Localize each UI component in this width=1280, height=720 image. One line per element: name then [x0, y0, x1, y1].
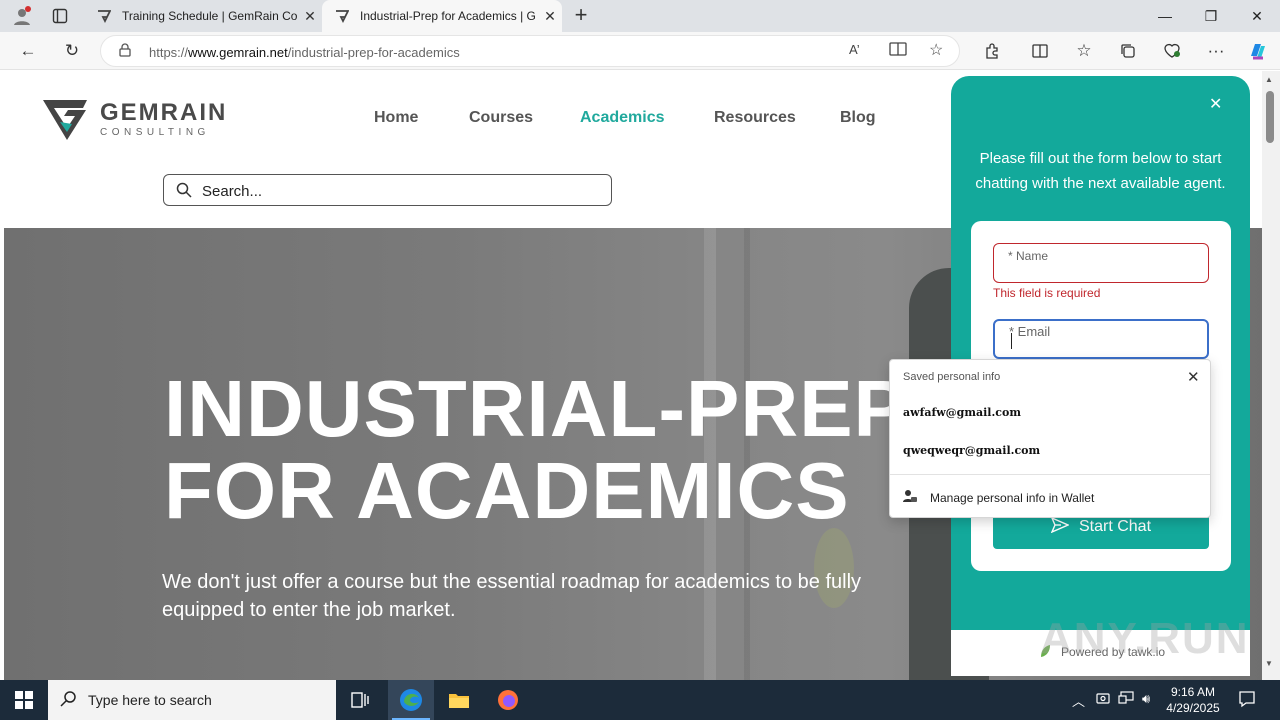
close-tab-icon[interactable]: ✕ [538, 8, 562, 25]
volume-icon[interactable]: 🔊︎ [1142, 691, 1150, 707]
clock-date: 4/29/2025 [1166, 701, 1220, 715]
refresh-icon[interactable]: ↻ [58, 38, 86, 64]
logo-name: GEMRAIN [100, 98, 228, 126]
manage-wallet-link[interactable]: Manage personal info in Wallet [902, 488, 1094, 507]
chat-close-icon[interactable]: ✕ [1209, 94, 1222, 114]
hero-title: INDUSTRIAL-PREP FOR ACADEMICS [164, 368, 908, 532]
gemrain-logo-icon [43, 100, 87, 140]
favorite-star-icon[interactable]: ☆ [929, 40, 943, 60]
file-explorer-icon[interactable] [438, 680, 480, 720]
name-field[interactable]: * Name [993, 243, 1209, 283]
clock-time: 9:16 AM [1170, 685, 1216, 699]
autofill-header: Saved personal info [903, 371, 1001, 383]
scroll-thumb[interactable] [1266, 91, 1274, 143]
profile-icon[interactable] [8, 3, 36, 29]
autofill-suggestion[interactable]: awfafw@gmail.com [903, 406, 1021, 419]
nav-academics[interactable]: Academics [580, 109, 665, 127]
address-bar[interactable]: https://www.gemrain.net/industrial-prep-… [100, 35, 960, 67]
nav-home[interactable]: Home [374, 109, 418, 127]
send-icon [1050, 516, 1070, 538]
tab-actions-icon[interactable] [46, 3, 74, 29]
show-hidden-icons-icon[interactable]: ︿ [1072, 691, 1085, 710]
taskbar: Type here to search ︿ 🔊︎ 9:16 AM 4/29/20… [0, 680, 1280, 720]
name-label: * Name [1008, 249, 1049, 263]
wallet-person-icon [902, 488, 918, 507]
tab-strip: Training Schedule | GemRain Con ✕ Indust… [0, 0, 1280, 32]
close-tab-icon[interactable]: ✕ [298, 8, 322, 25]
search-icon [176, 182, 192, 203]
lock-icon[interactable] [119, 43, 131, 62]
restore-icon[interactable]: ❐ [1188, 0, 1234, 32]
scroll-down-icon[interactable]: ▼ [1265, 659, 1273, 668]
collections-icon[interactable] [1114, 38, 1142, 64]
watermark: ANY.RUN [1040, 614, 1250, 663]
site-search-input[interactable]: Search... [163, 174, 612, 206]
tab-title: Industrial-Prep for Academics | G [360, 9, 536, 23]
chat-intro-text: Please fill out the form below to start … [975, 150, 1226, 192]
copilot-icon[interactable] [1244, 38, 1272, 64]
gemrain-favicon-icon [334, 8, 350, 24]
email-label: * Email [1009, 324, 1051, 339]
system-clock[interactable]: 9:16 AM 4/29/2025 [1158, 684, 1228, 716]
gemrain-logo[interactable]: GEMRAIN CONSULTING [40, 96, 227, 142]
split-screen-icon[interactable] [1026, 38, 1054, 64]
taskbar-search-input[interactable]: Type here to search [48, 680, 336, 720]
page-scrollbar[interactable]: ▲ ▼ [1262, 71, 1280, 680]
extensions-icon[interactable] [978, 38, 1006, 64]
new-tab-icon[interactable]: + [568, 3, 594, 29]
url-text: https://www.gemrain.net/industrial-prep-… [149, 45, 460, 60]
task-view-icon[interactable] [340, 680, 380, 720]
tab-industrial-prep[interactable]: Industrial-Prep for Academics | G ✕ [322, 0, 562, 32]
nav-courses[interactable]: Courses [469, 109, 533, 127]
manage-wallet-label: Manage personal info in Wallet [930, 490, 1095, 505]
search-icon [60, 690, 78, 713]
more-options-icon[interactable]: ··· [1202, 38, 1230, 64]
firefox-icon[interactable] [486, 680, 530, 720]
email-field[interactable]: * Email [993, 319, 1209, 359]
network-icon[interactable] [1118, 691, 1134, 708]
taskbar-search-placeholder: Type here to search [88, 692, 212, 708]
browser-toolbar: ← ↻ https://www.gemrain.net/industrial-p… [0, 32, 1280, 70]
immersive-reader-icon[interactable] [889, 41, 907, 62]
edge-taskbar-icon[interactable] [388, 680, 434, 720]
autofill-dropdown: Saved personal info ✕ awfafw@gmail.com q… [889, 359, 1211, 518]
nav-resources[interactable]: Resources [714, 109, 796, 127]
name-error: This field is required [993, 286, 1101, 300]
divider [890, 474, 1210, 475]
autofill-close-icon[interactable]: ✕ [1187, 368, 1200, 386]
search-placeholder: Search... [202, 183, 263, 200]
tab-training-schedule[interactable]: Training Schedule | GemRain Con ✕ [84, 0, 322, 32]
autofill-suggestion[interactable]: qweqweqr@gmail.com [903, 444, 1040, 457]
tab-title: Training Schedule | GemRain Con [122, 9, 298, 23]
hero-title-line: FOR ACADEMICS [164, 446, 850, 535]
read-aloud-icon[interactable]: A’ [849, 42, 860, 57]
gemrain-favicon-icon [96, 8, 112, 24]
window-close-icon[interactable]: ✕ [1234, 0, 1280, 32]
start-icon[interactable] [0, 680, 48, 720]
scroll-up-icon[interactable]: ▲ [1265, 75, 1273, 84]
notifications-icon[interactable] [1238, 690, 1256, 711]
browser-essentials-icon[interactable] [1158, 38, 1186, 64]
hero-title-line: INDUSTRIAL-PREP [164, 364, 908, 453]
hero-subtitle: We don't just offer a course but the ess… [162, 571, 862, 621]
start-chat-label: Start Chat [1078, 518, 1152, 535]
favorites-icon[interactable]: ☆ [1070, 38, 1098, 64]
meet-now-icon[interactable] [1096, 691, 1110, 708]
text-caret [1011, 333, 1012, 349]
minimize-icon[interactable]: — [1142, 0, 1188, 32]
nav-blog[interactable]: Blog [840, 109, 876, 127]
back-icon[interactable]: ← [14, 38, 42, 64]
logo-subtitle: CONSULTING [100, 126, 210, 138]
